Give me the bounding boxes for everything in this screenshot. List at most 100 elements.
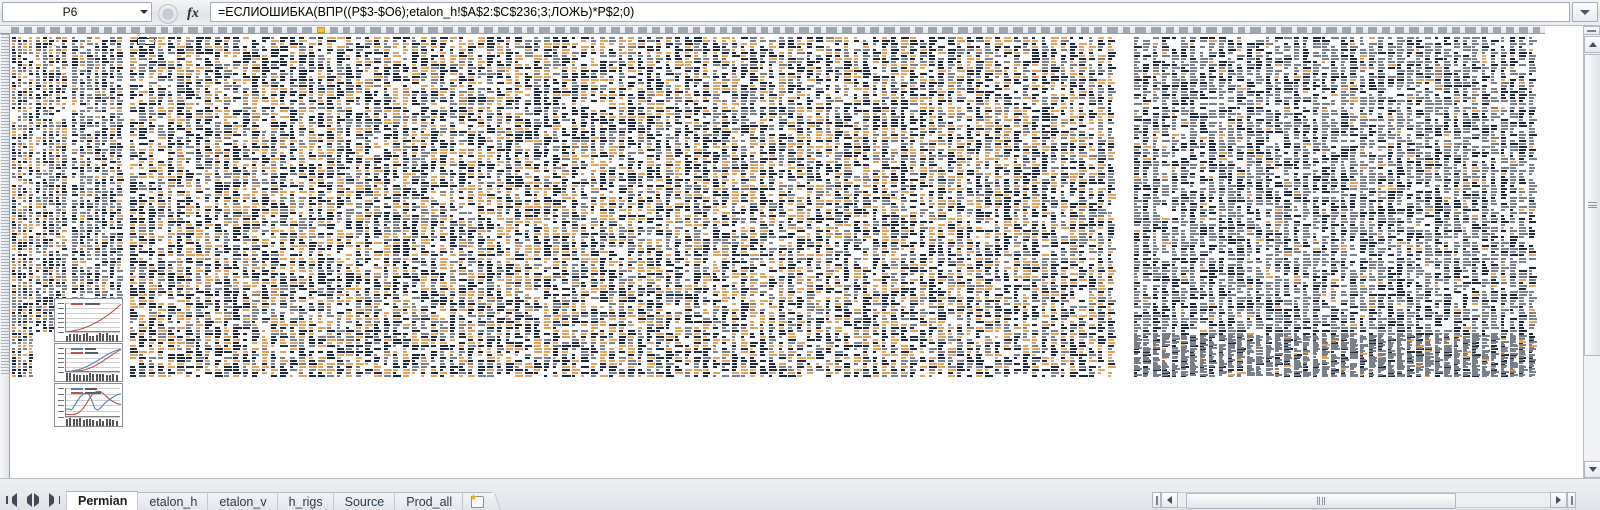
column-header[interactable] (1326, 27, 1337, 33)
column-header[interactable] (1382, 27, 1390, 33)
column-header[interactable] (458, 27, 466, 33)
row-header[interactable] (1, 133, 9, 134)
row-header[interactable] (1, 373, 9, 374)
worksheet-grid[interactable] (0, 26, 1600, 478)
scroll-down-icon[interactable] (1584, 461, 1600, 478)
row-header[interactable] (1, 142, 9, 143)
column-header[interactable] (1506, 27, 1514, 33)
row-header[interactable] (1, 52, 9, 53)
row-header[interactable] (1, 88, 9, 89)
row-header[interactable] (1, 184, 9, 185)
column-header[interactable] (399, 27, 410, 33)
column-header[interactable] (1135, 27, 1146, 33)
row-header[interactable] (1, 112, 9, 113)
row-header[interactable] (1, 292, 9, 293)
column-header[interactable] (514, 27, 522, 33)
chart-cumulative-wells[interactable] (54, 298, 123, 342)
column-header[interactable] (1356, 27, 1363, 33)
column-header[interactable] (870, 27, 879, 33)
column-header[interactable] (1409, 27, 1419, 33)
column-header[interactable] (188, 27, 198, 33)
row-header[interactable] (1, 97, 9, 98)
column-header[interactable] (1166, 27, 1174, 33)
column-header[interactable] (65, 27, 72, 33)
row-header[interactable] (1, 94, 9, 95)
row-header[interactable] (1, 319, 9, 320)
column-header[interactable] (232, 27, 243, 33)
column-header[interactable] (343, 27, 350, 33)
row-header[interactable] (1, 274, 9, 275)
column-header[interactable] (570, 27, 579, 33)
cell-block[interactable] (1133, 335, 1545, 380)
column-header[interactable] (24, 27, 32, 33)
column-header[interactable] (705, 27, 715, 33)
row-header[interactable] (1, 367, 9, 368)
column-header[interactable] (826, 27, 837, 33)
column-header[interactable] (330, 27, 338, 33)
column-header[interactable] (1107, 27, 1118, 33)
row-header[interactable] (1, 304, 9, 305)
column-header[interactable] (1281, 27, 1292, 33)
previous-sheet-icon[interactable] (19, 493, 32, 507)
row-header[interactable] (1, 55, 9, 56)
column-header[interactable] (248, 27, 255, 33)
row-headers[interactable] (0, 34, 10, 478)
column-header[interactable] (761, 27, 768, 33)
row-header[interactable] (1, 298, 9, 299)
row-header[interactable] (1, 121, 9, 122)
split-handle-icon[interactable] (1152, 492, 1161, 508)
column-header[interactable] (370, 27, 381, 33)
row-header[interactable] (1, 46, 9, 47)
column-header[interactable] (117, 27, 126, 33)
column-header[interactable] (638, 27, 647, 33)
column-header[interactable] (928, 27, 937, 33)
row-header[interactable] (1, 262, 9, 263)
row-header[interactable] (1, 244, 9, 245)
row-header[interactable] (1, 235, 9, 236)
row-header[interactable] (1, 163, 9, 164)
sheet-tab-source[interactable]: Source (332, 492, 396, 510)
formula-input[interactable]: =ЕСЛИОШИБКА(ВПР((P$3-$O6);etalon_h!$A$2:… (210, 2, 1570, 22)
column-header[interactable] (287, 27, 297, 33)
column-header[interactable] (1193, 27, 1201, 33)
row-header[interactable] (1, 229, 9, 230)
scroll-left-icon[interactable] (1161, 492, 1178, 508)
row-header[interactable] (1, 217, 9, 218)
row-header[interactable] (1, 157, 9, 158)
row-header[interactable] (1, 337, 9, 338)
row-header[interactable] (1, 241, 9, 242)
row-header[interactable] (1, 289, 9, 290)
row-header[interactable] (1, 307, 9, 308)
column-header[interactable] (814, 27, 821, 33)
column-header[interactable] (884, 27, 895, 33)
column-header[interactable] (1081, 27, 1089, 33)
column-header[interactable] (625, 27, 633, 33)
row-header[interactable] (1, 148, 9, 149)
column-header[interactable] (1452, 27, 1460, 33)
row-header[interactable] (1, 76, 9, 77)
sheet-tab-prod_all[interactable]: Prod_all (394, 492, 464, 510)
column-header[interactable] (1250, 27, 1261, 33)
column-header[interactable] (50, 27, 60, 33)
row-header[interactable] (1, 61, 9, 62)
column-header[interactable] (1094, 27, 1102, 33)
row-header[interactable] (1, 154, 9, 155)
column-header[interactable] (77, 27, 86, 33)
column-header[interactable] (37, 27, 45, 33)
column-header[interactable] (1067, 27, 1076, 33)
row-header[interactable] (1, 313, 9, 314)
row-header[interactable] (1, 202, 9, 203)
row-header[interactable] (1, 259, 9, 260)
column-header[interactable] (999, 27, 1008, 33)
row-header[interactable] (1, 73, 9, 74)
row-header[interactable] (1, 370, 9, 371)
row-header[interactable] (1, 214, 9, 215)
scroll-up-icon[interactable] (1584, 36, 1600, 53)
column-header[interactable] (527, 27, 534, 33)
cell-block[interactable] (1133, 37, 1545, 380)
column-header[interactable] (1055, 27, 1062, 33)
row-header[interactable] (1, 364, 9, 365)
row-header[interactable] (1, 139, 9, 140)
row-header[interactable] (1, 268, 9, 269)
cell-block[interactable] (71, 37, 129, 317)
